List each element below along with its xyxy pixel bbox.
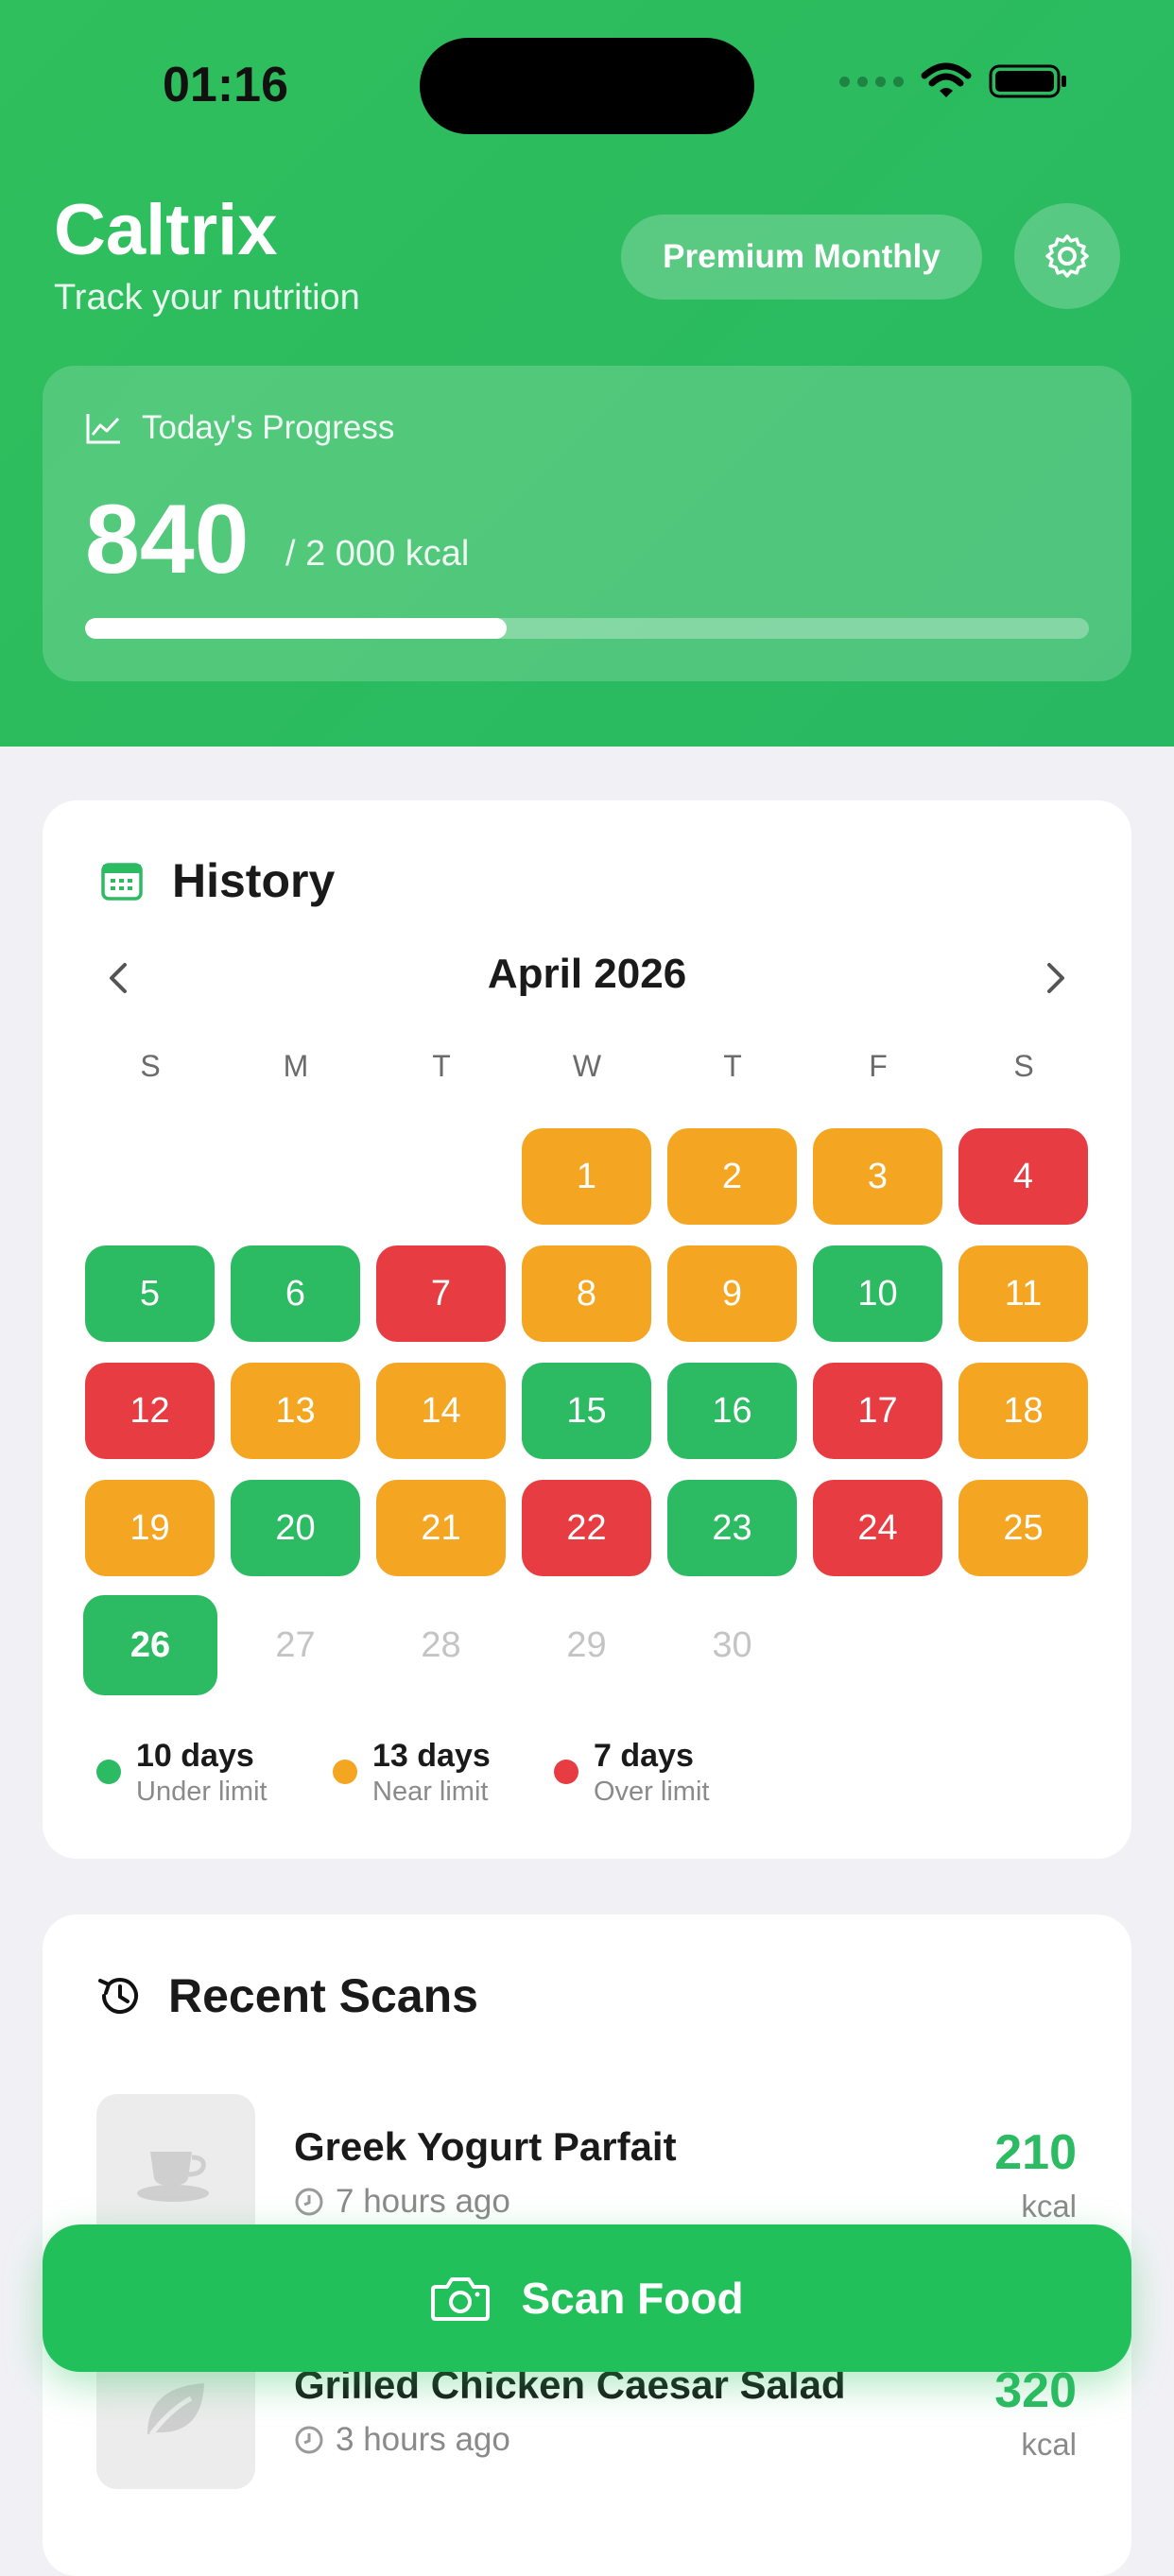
next-month-button[interactable] [1036,959,1074,997]
calendar-day[interactable]: 10 [813,1245,942,1342]
battery-icon [989,64,1066,98]
progress-goal: / 2 000 kcal [285,534,470,574]
legend-count: 10 days [136,1738,254,1774]
weekday-label: M [283,1049,309,1083]
chevron-right-icon [1047,963,1064,993]
calendar-day[interactable]: 12 [85,1363,215,1459]
gear-icon [1045,234,1089,278]
settings-button[interactable] [1014,203,1120,309]
calendar-day[interactable]: 1 [522,1128,651,1225]
weekday-label: T [723,1049,742,1083]
dynamic-island [420,38,754,134]
calendar-day[interactable]: 29 [522,1597,651,1693]
scan-item-time-row: 7 hours ago [294,2183,510,2221]
scan-item-unit: kcal [1021,2189,1077,2224]
weekday-label: S [140,1049,161,1083]
weekday-label: T [432,1049,451,1083]
calendar-day[interactable]: 27 [231,1597,360,1693]
calendar-day[interactable]: 13 [231,1363,360,1459]
calendar-day[interactable]: 30 [667,1597,797,1693]
legend-description: Under limit [136,1777,268,1807]
legend-item: 13 days Near limit [333,1737,491,1809]
scan-food-label: Scan Food [521,2274,744,2323]
calendar-day[interactable]: 19 [85,1480,215,1576]
legend-text: 10 days Under limit [136,1737,268,1809]
trend-chart-icon [86,414,120,444]
legend-item: 7 days Over limit [554,1737,709,1809]
calendar-day[interactable]: 3 [813,1128,942,1225]
clock-icon [295,2188,323,2216]
progress-label-row: Today's Progress [85,409,394,447]
cup-icon [137,2152,209,2202]
weekday-label: S [1013,1049,1034,1083]
calendar-day[interactable]: 15 [522,1363,651,1459]
legend-dot [96,1760,121,1784]
calendar-day[interactable]: 23 [667,1480,797,1576]
calendar-day[interactable]: 25 [958,1480,1088,1576]
calendar-day[interactable]: 16 [667,1363,797,1459]
scan-item-unit: kcal [1021,2427,1077,2462]
calendar-day[interactable]: 22 [522,1480,651,1576]
signal-icon [839,76,904,87]
legend-count: 7 days [594,1738,694,1774]
calendar-day[interactable]: 24 [813,1480,942,1576]
calendar-day[interactable]: 17 [813,1363,942,1459]
weekday-label: F [869,1049,888,1083]
legend-dot [554,1760,578,1784]
history-title: History [172,854,336,907]
calendar-day[interactable]: 11 [958,1245,1088,1342]
progress-label: Today's Progress [142,409,395,446]
camera-icon [431,2277,491,2321]
calendar-day[interactable]: 6 [231,1245,360,1342]
premium-plan-button[interactable]: Premium Monthly [621,215,982,300]
history-clock-icon [95,1970,146,2026]
recent-scans-title: Recent Scans [168,1969,478,2022]
app-title: Caltrix [54,190,278,270]
calendar-day[interactable]: 7 [376,1245,506,1342]
progress-fill [85,618,508,639]
progress-track [85,618,1089,639]
scan-item-time-row: 3 hours ago [294,2421,510,2459]
legend-text: 7 days Over limit [594,1737,709,1809]
status-icons [839,62,1070,100]
clock-icon [295,2426,323,2454]
weekday-label: W [572,1049,602,1083]
calendar-day[interactable]: 18 [958,1363,1088,1459]
status-time: 01:16 [163,58,288,112]
legend-text: 13 days Near limit [372,1737,491,1809]
leaf-icon [147,2383,204,2436]
scan-item-time: 3 hours ago [336,2421,510,2458]
calendar-day[interactable]: 28 [376,1597,506,1693]
legend-item: 10 days Under limit [96,1737,268,1809]
scan-item-time: 7 hours ago [336,2183,510,2220]
legend-dot [333,1760,357,1784]
progress-value: 840 [85,485,250,594]
month-title: April 2026 [487,951,687,997]
calendar-day[interactable]: 20 [231,1480,360,1576]
calendar-day[interactable]: 26 [83,1595,217,1695]
legend-description: Near limit [372,1777,489,1807]
scan-item-name[interactable]: Greek Yogurt Parfait [294,2124,677,2170]
scan-item-kcal: 210 [994,2125,1077,2180]
calendar-day[interactable]: 5 [85,1245,215,1342]
calendar-day[interactable]: 8 [522,1245,651,1342]
calendar-icon [100,860,144,906]
scan-food-button[interactable]: Scan Food [43,2224,1131,2372]
calendar-day[interactable]: 4 [958,1128,1088,1225]
calendar-day[interactable]: 9 [667,1245,797,1342]
legend-count: 13 days [372,1738,491,1774]
app-subtitle: Track your nutrition [54,278,360,318]
wifi-icon [921,62,972,97]
calendar-day[interactable]: 21 [376,1480,506,1576]
calendar-day[interactable]: 2 [667,1128,797,1225]
legend-description: Over limit [594,1777,710,1807]
calendar-day[interactable]: 14 [376,1363,506,1459]
